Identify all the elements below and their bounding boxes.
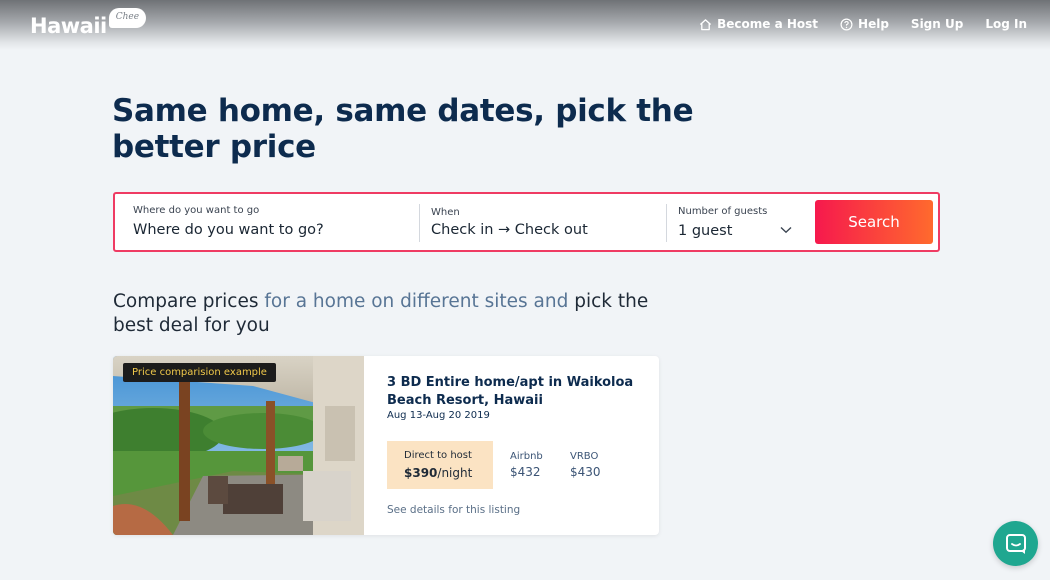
listing-photo: [113, 356, 364, 535]
nav-label: Sign Up: [910, 17, 964, 31]
nav-label: Help: [858, 17, 889, 31]
listing-title: 3 BD Entire home/apt in Waikoloa Beach R…: [387, 375, 634, 408]
site-price: $432: [510, 465, 541, 479]
direct-price: $390/night: [404, 466, 472, 480]
compare-text-1: Compare prices: [113, 291, 265, 312]
chat-button[interactable]: [993, 521, 1038, 566]
dates-label: When: [431, 207, 460, 218]
compare-heading: Compare prices for a home on different s…: [113, 290, 673, 338]
top-nav: Become a Host Help Sign Up Log In: [699, 15, 1027, 33]
guests-select[interactable]: Number of guests 1 guest: [666, 204, 801, 242]
price-example-tag: Price comparision example: [123, 363, 276, 382]
see-details-link[interactable]: See details for this listing: [387, 504, 520, 516]
nav-log-in[interactable]: Log In: [985, 15, 1027, 33]
destination-label: Where do you want to go: [133, 205, 260, 216]
logo-badge: Chee: [108, 8, 147, 28]
guests-value[interactable]: 1 guest: [678, 223, 732, 239]
logo[interactable]: Hawaii Chee: [30, 8, 147, 39]
search-bar: Where do you want to go Where do you wan…: [113, 192, 940, 252]
logo-text: Hawaii: [30, 14, 107, 38]
destination-input[interactable]: Where do you want to go?: [133, 222, 324, 238]
direct-price-amount: $390: [404, 466, 438, 480]
chat-icon: [1005, 533, 1026, 554]
price-comparison-card: Price comparision example 3 BD Entire ho…: [113, 356, 659, 535]
headline-line-1: Same home, same dates, pick the: [112, 93, 694, 129]
direct-price-box: Direct to host $390/night: [387, 441, 493, 489]
site-name: VRBO: [570, 451, 599, 462]
nav-help[interactable]: Help: [840, 15, 889, 33]
destination-field[interactable]: Where do you want to go Where do you wan…: [133, 194, 418, 250]
listing-dates: Aug 13-Aug 20 2019: [387, 410, 490, 421]
question-circle-icon: [840, 18, 853, 30]
site-name: Airbnb: [510, 451, 543, 462]
site-price-airbnb: Airbnb $432: [510, 451, 543, 479]
dates-value[interactable]: Check in → Check out: [431, 222, 588, 238]
headline-line-2: better price: [112, 129, 316, 165]
page-title: Same home, same dates, pick the better p…: [112, 93, 752, 165]
compare-text-highlight: for a home on different sites and: [264, 291, 569, 312]
direct-price-unit: /night: [437, 466, 473, 480]
nav-label: Log In: [985, 17, 1027, 31]
nav-label: Become a Host: [717, 17, 819, 31]
site-price-vrbo: VRBO $430: [570, 451, 601, 479]
top-bar: Hawaii Chee Become a Host Help Sign Up L…: [0, 0, 1050, 50]
direct-price-label: Direct to host: [404, 450, 472, 461]
chevron-down-icon[interactable]: [780, 226, 792, 234]
nav-sign-up[interactable]: Sign Up: [911, 15, 963, 33]
site-price: $430: [570, 465, 601, 479]
dates-field[interactable]: When Check in → Check out: [419, 204, 664, 242]
nav-become-a-host[interactable]: Become a Host: [699, 15, 818, 33]
home-icon: [700, 18, 712, 30]
search-button[interactable]: Search: [815, 200, 933, 244]
guests-label: Number of guests: [678, 206, 768, 217]
